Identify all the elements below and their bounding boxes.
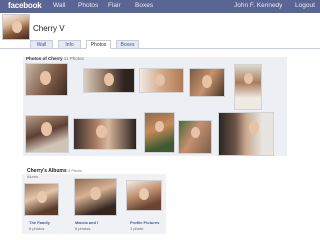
nav-flair[interactable]: Flair	[108, 2, 121, 9]
photo-thumbnail[interactable]	[73, 118, 137, 150]
photo-thumbnail[interactable]	[25, 115, 69, 153]
albums-section-count: 3 Photo	[68, 168, 82, 173]
album-cover-the-family[interactable]	[24, 183, 59, 216]
photo-thumbnail[interactable]	[189, 68, 225, 97]
photo-thumbnail[interactable]	[178, 120, 212, 154]
photo-face	[191, 127, 200, 138]
album-count-the-family: 6 photos	[29, 226, 45, 231]
tab-wall[interactable]: Wall	[30, 40, 53, 49]
nav-user-name[interactable]: John F. Kennedy	[234, 2, 282, 9]
photo-face	[40, 71, 51, 85]
album-count-profile-pictures: 1 photo	[130, 226, 144, 231]
album-cover-marcia-and-i[interactable]	[74, 178, 117, 216]
photo-face	[37, 191, 47, 203]
photo-thumbnail[interactable]	[144, 112, 175, 153]
album-name-profile-pictures[interactable]: Profile Pictures	[130, 220, 159, 225]
photo-thumbnail[interactable]	[25, 63, 68, 96]
photos-section-count: 11 Photos	[63, 56, 84, 61]
profile-name: Cherry V	[33, 24, 65, 33]
photo-thumbnail[interactable]	[139, 68, 184, 93]
logout-link[interactable]: Logout	[295, 2, 315, 9]
album-cover-profile-pictures[interactable]	[126, 180, 162, 211]
photo-face	[202, 75, 212, 88]
photo-thumbnail[interactable]	[218, 112, 274, 156]
nav-photos[interactable]: Photos	[78, 2, 98, 9]
photo-face	[41, 122, 52, 136]
albums-section-subtitle: Alums	[27, 174, 39, 179]
photo-face	[104, 73, 114, 86]
nav-boxes[interactable]: Boxes	[135, 2, 153, 9]
facebook-logo[interactable]: facebook	[8, 1, 42, 10]
top-navigation-bar: facebook Wall Photos Flair Boxes John F.…	[0, 0, 320, 13]
photos-section-title: Photos of Cherry 11 Photos	[26, 56, 84, 61]
photo-face	[96, 125, 107, 138]
photo-face	[244, 73, 253, 84]
tab-boxes[interactable]: Boxes	[116, 40, 139, 49]
photo-face	[155, 74, 165, 86]
photo-face	[155, 121, 164, 132]
profile-avatar[interactable]	[2, 14, 30, 40]
photo-thumbnail[interactable]	[83, 68, 135, 93]
photo-face	[139, 188, 149, 200]
photo-face	[90, 187, 101, 200]
photo-face	[249, 121, 259, 134]
tab-info[interactable]: Info	[58, 40, 81, 49]
photos-section-heading: Photos of Cherry	[26, 56, 63, 61]
tab-photos[interactable]: Photos	[86, 40, 111, 49]
photo-thumbnail[interactable]	[234, 64, 262, 110]
album-name-the-family[interactable]: The Family	[29, 220, 50, 225]
album-count-marcia-and-i: 6 photos	[75, 226, 91, 231]
album-name-marcia-and-i[interactable]: Marcia and I	[75, 220, 98, 225]
nav-wall[interactable]: Wall	[53, 2, 65, 9]
